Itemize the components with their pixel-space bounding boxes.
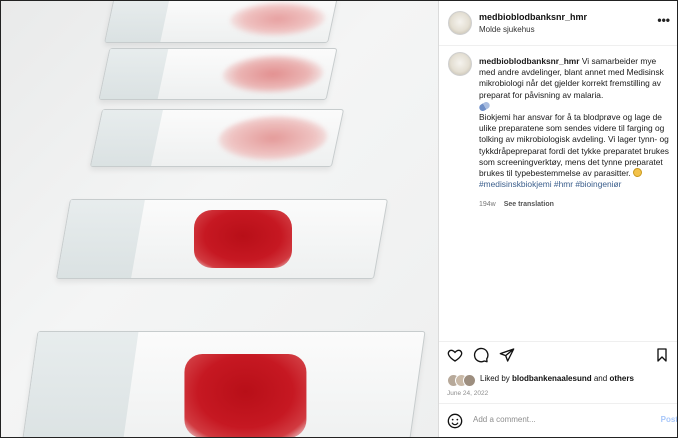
post-photo[interactable]: [1, 1, 438, 437]
liked-by-prefix: Liked by: [480, 374, 510, 383]
hashtags[interactable]: #medisinskbiokjemi #hmr #bioingeniør: [479, 179, 621, 189]
heart-icon[interactable]: [447, 347, 463, 363]
header-location[interactable]: Molde sjukehus: [479, 25, 535, 34]
see-translation-link[interactable]: See translation: [504, 201, 554, 208]
liker-avatar-3: [463, 374, 476, 387]
slide-3: [89, 109, 345, 167]
post-age: 194w: [479, 201, 496, 208]
liked-by-user[interactable]: blodbankenaalesund: [512, 374, 592, 383]
more-icon[interactable]: •••: [657, 13, 670, 27]
smile-emoji-icon: [633, 168, 643, 178]
pill-emoji-icon: [477, 100, 492, 113]
post-sidebar: medbioblodbanksnr_hmr Molde sjukehus •••…: [438, 1, 677, 437]
slide-5: [20, 331, 426, 437]
post-header: medbioblodbanksnr_hmr Molde sjukehus •••: [439, 1, 677, 46]
post-meta: 194w See translation: [479, 201, 554, 208]
share-icon[interactable]: [499, 347, 515, 363]
caption-avatar[interactable]: [448, 52, 472, 76]
action-bar: [447, 347, 670, 365]
divider: [439, 403, 677, 404]
bookmark-icon[interactable]: [654, 347, 670, 363]
header-username[interactable]: medbioblodbanksnr_hmr: [479, 12, 587, 22]
slide-2: [98, 48, 338, 100]
post-button[interactable]: Post: [661, 415, 677, 424]
divider: [439, 341, 677, 342]
liked-by-and: and: [593, 374, 608, 383]
smile-icon[interactable]: [447, 413, 463, 429]
caption-username[interactable]: medbioblodbanksnr_hmr: [479, 56, 580, 66]
liked-by-others[interactable]: others: [609, 374, 633, 383]
avatar[interactable]: [448, 11, 472, 35]
slide-1: [104, 1, 338, 43]
comment-box: Add a comment... Post: [447, 411, 677, 431]
instagram-post-window: medbioblodbanksnr_hmr Molde sjukehus •••…: [0, 0, 678, 438]
post-date[interactable]: June 24, 2022: [447, 390, 488, 397]
caption: medbioblodbanksnr_hmr Vi samarbeider mye…: [477, 56, 669, 190]
liked-by: Liked by blodbankenaalesund and others: [447, 374, 634, 387]
comment-input[interactable]: Add a comment...: [473, 415, 536, 424]
slide-4: [55, 199, 389, 279]
comment-icon[interactable]: [473, 347, 489, 363]
